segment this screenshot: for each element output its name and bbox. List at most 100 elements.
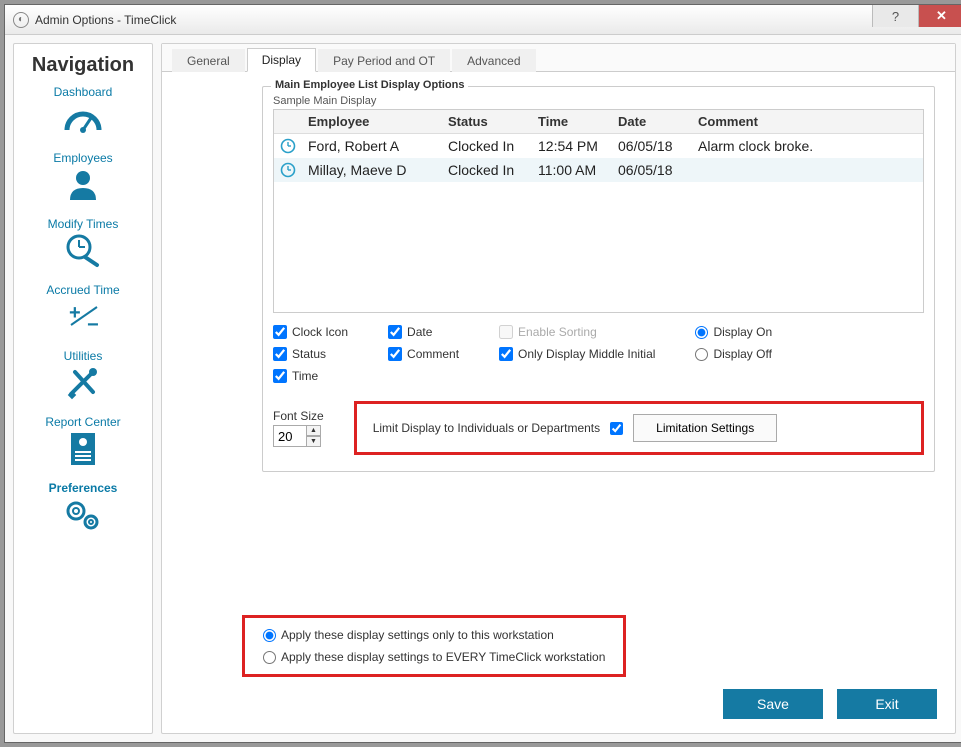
- titlebar: ◐ Admin Options - TimeClick ? ✕: [5, 5, 961, 35]
- window-controls: ? ✕: [872, 5, 961, 27]
- tools-icon: [61, 365, 105, 401]
- cell-employee: Millay, Maeve D: [302, 158, 442, 182]
- display-options-group: Main Employee List Display Options Sampl…: [262, 86, 935, 472]
- cell-time: 12:54 PM: [532, 134, 612, 158]
- clock-icon: [274, 134, 302, 158]
- check-label: Comment: [407, 347, 459, 361]
- sidebar-item-utilities[interactable]: Utilities: [18, 349, 148, 401]
- check-label: Date: [407, 325, 432, 339]
- group-title: Main Employee List Display Options: [271, 79, 468, 91]
- help-button[interactable]: ?: [872, 5, 918, 27]
- limit-label: Limit Display to Individuals or Departme…: [373, 421, 600, 435]
- font-size-input[interactable]: [273, 425, 307, 447]
- check-label: Only Display Middle Initial: [518, 347, 655, 361]
- check-label: Time: [292, 369, 318, 383]
- admin-options-window: ◐ Admin Options - TimeClick ? ✕ Navigati…: [4, 4, 961, 743]
- sidebar-item-accrued-time[interactable]: Accrued Time +−: [18, 283, 148, 335]
- check-time[interactable]: Time: [273, 369, 348, 383]
- check-label: Enable Sorting: [518, 325, 597, 339]
- radio-display-on[interactable]: Display On: [695, 325, 772, 339]
- font-size-control: Font Size ▲ ▼: [273, 409, 324, 447]
- header-time[interactable]: Time: [532, 110, 612, 133]
- font-size-spinner[interactable]: ▲ ▼: [273, 425, 324, 447]
- sidebar-item-modify-times[interactable]: Modify Times: [18, 217, 148, 269]
- close-button[interactable]: ✕: [918, 5, 961, 27]
- check-label: Clock Icon: [292, 325, 348, 339]
- tab-display[interactable]: Display: [247, 48, 316, 72]
- header-icon: [274, 110, 302, 133]
- font-limit-row: Font Size ▲ ▼ Limit Display to Individua…: [273, 401, 924, 455]
- font-size-label: Font Size: [273, 409, 324, 423]
- tab-bar: General Display Pay Period and OT Advanc…: [162, 44, 955, 72]
- client-area: Navigation Dashboard Employees Modify Ti…: [5, 35, 961, 742]
- navigation-sidebar: Navigation Dashboard Employees Modify Ti…: [13, 43, 153, 734]
- sidebar-item-label: Modify Times: [18, 217, 148, 231]
- cell-comment: Alarm clock broke.: [692, 134, 923, 158]
- table-header-row: Employee Status Time Date Comment: [274, 110, 923, 134]
- window-title: Admin Options - TimeClick: [35, 13, 176, 27]
- radio-apply-every-workstation[interactable]: Apply these display settings to EVERY Ti…: [263, 650, 605, 664]
- sidebar-item-label: Report Center: [18, 415, 148, 429]
- tab-pay-period[interactable]: Pay Period and OT: [318, 49, 450, 72]
- check-comment[interactable]: Comment: [388, 347, 459, 361]
- sidebar-item-label: Dashboard: [18, 85, 148, 99]
- table-row[interactable]: Millay, Maeve D Clocked In 11:00 AM 06/0…: [274, 158, 923, 182]
- header-comment[interactable]: Comment: [692, 110, 923, 133]
- radio-label: Display On: [713, 325, 772, 339]
- cell-status: Clocked In: [442, 134, 532, 158]
- table-body: Ford, Robert A Clocked In 12:54 PM 06/05…: [274, 134, 923, 312]
- spinner-down-icon[interactable]: ▼: [307, 436, 321, 447]
- clock-icon: [274, 158, 302, 182]
- sample-label: Sample Main Display: [273, 95, 924, 107]
- sidebar-item-label: Employees: [18, 151, 148, 165]
- radio-display-off[interactable]: Display Off: [695, 347, 772, 361]
- tab-content: Main Employee List Display Options Sampl…: [162, 72, 955, 733]
- table-row[interactable]: Ford, Robert A Clocked In 12:54 PM 06/05…: [274, 134, 923, 158]
- save-button[interactable]: Save: [723, 689, 823, 719]
- header-status[interactable]: Status: [442, 110, 532, 133]
- sidebar-item-report-center[interactable]: Report Center: [18, 415, 148, 467]
- radio-label: Display Off: [713, 347, 771, 361]
- radio-apply-this-workstation[interactable]: Apply these display settings only to thi…: [263, 628, 605, 642]
- clock-wrench-icon: [61, 233, 105, 269]
- gauge-icon: [61, 101, 105, 137]
- tab-advanced[interactable]: Advanced: [452, 49, 535, 72]
- sidebar-item-label: Utilities: [18, 349, 148, 363]
- navigation-heading: Navigation: [18, 54, 148, 77]
- sidebar-item-dashboard[interactable]: Dashboard: [18, 85, 148, 137]
- exit-button[interactable]: Exit: [837, 689, 937, 719]
- tab-general[interactable]: General: [172, 49, 245, 72]
- svg-text:−: −: [87, 314, 99, 333]
- header-employee[interactable]: Employee: [302, 110, 442, 133]
- app-icon: ◐: [13, 12, 29, 28]
- gears-icon: [61, 497, 105, 533]
- sidebar-item-employees[interactable]: Employees: [18, 151, 148, 203]
- spinner-up-icon[interactable]: ▲: [307, 425, 321, 436]
- person-icon: [61, 167, 105, 203]
- radio-label: Apply these display settings to EVERY Ti…: [281, 650, 605, 664]
- limit-checkbox[interactable]: [610, 422, 623, 435]
- apply-settings-box: Apply these display settings only to thi…: [242, 615, 626, 677]
- check-date[interactable]: Date: [388, 325, 459, 339]
- header-date[interactable]: Date: [612, 110, 692, 133]
- cell-date: 06/05/18: [612, 158, 692, 182]
- sample-table: Employee Status Time Date Comment Ford, …: [273, 109, 924, 313]
- sidebar-item-label: Preferences: [18, 481, 148, 495]
- sidebar-item-preferences[interactable]: Preferences: [18, 481, 148, 533]
- cell-time: 11:00 AM: [532, 158, 612, 182]
- display-checks: Clock Icon Status Time Date Comment Enab…: [273, 325, 924, 383]
- check-only-middle-initial[interactable]: Only Display Middle Initial: [499, 347, 655, 361]
- limit-display-box: Limit Display to Individuals or Departme…: [354, 401, 924, 455]
- limitation-settings-button[interactable]: Limitation Settings: [633, 414, 777, 442]
- report-icon: [61, 431, 105, 467]
- main-panel: General Display Pay Period and OT Advanc…: [161, 43, 956, 734]
- footer-buttons: Save Exit: [723, 689, 937, 719]
- check-clock-icon[interactable]: Clock Icon: [273, 325, 348, 339]
- radio-label: Apply these display settings only to thi…: [281, 628, 554, 642]
- cell-date: 06/05/18: [612, 134, 692, 158]
- check-status[interactable]: Status: [273, 347, 348, 361]
- check-label: Status: [292, 347, 326, 361]
- sidebar-item-label: Accrued Time: [18, 283, 148, 297]
- cell-comment: [692, 166, 923, 174]
- check-enable-sorting: Enable Sorting: [499, 325, 655, 339]
